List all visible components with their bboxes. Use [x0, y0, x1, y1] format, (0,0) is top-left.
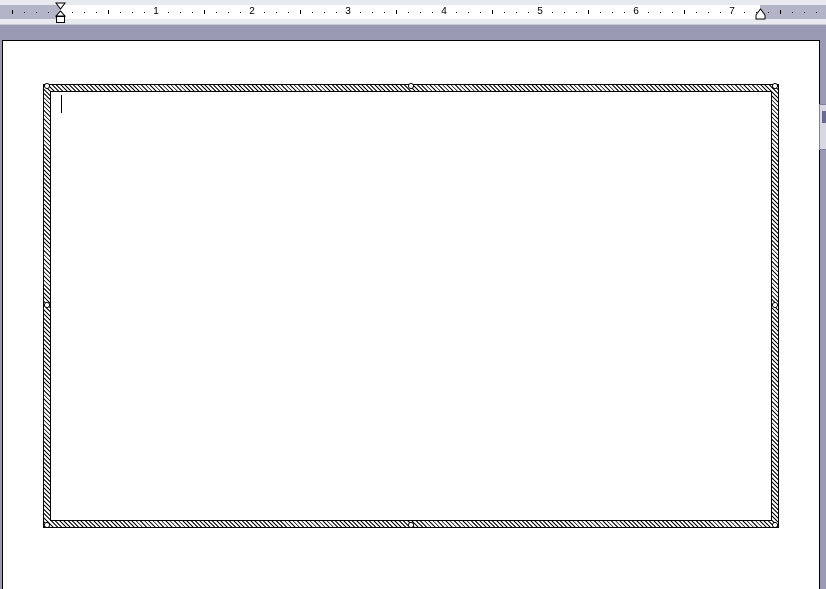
ruler-number-6: 6 — [633, 6, 639, 17]
ruler-tick — [228, 12, 229, 13]
ruler-tick — [336, 12, 337, 13]
ruler-number-3: 3 — [345, 6, 351, 17]
ruler-left-margin[interactable] — [0, 5, 60, 19]
resize-handle-top-right[interactable] — [772, 83, 778, 89]
ruler-tick — [492, 10, 493, 14]
ruler-number-4: 4 — [441, 6, 447, 17]
ruler-tick — [528, 12, 529, 13]
ruler-tick — [804, 12, 805, 13]
ruler-tick — [564, 12, 565, 13]
text-box[interactable] — [50, 91, 772, 521]
ruler-strip — [0, 5, 826, 19]
ruler-tick — [144, 12, 145, 13]
word-processor-window: 1 2 3 4 5 6 7 — [0, 0, 826, 589]
ruler-tick — [240, 12, 241, 13]
ruler-tick — [708, 12, 709, 13]
resize-handle-bottom-left[interactable] — [44, 522, 50, 528]
ruler-tick — [516, 12, 517, 13]
ruler-tick — [408, 12, 409, 13]
ruler-tick — [180, 12, 181, 13]
ruler-tick — [600, 12, 601, 13]
ruler-tick — [192, 12, 193, 13]
ruler-tick — [696, 12, 697, 13]
resize-handle-middle-left[interactable] — [44, 302, 50, 308]
ruler-tick — [264, 12, 265, 13]
left-indent-marker-icon[interactable] — [55, 2, 66, 24]
ruler-tick — [612, 12, 613, 13]
resize-handle-bottom-right[interactable] — [772, 522, 778, 528]
ruler-tick — [288, 12, 289, 13]
ruler-tick — [84, 12, 85, 13]
ruler-tick — [276, 12, 277, 13]
ruler-tick — [108, 10, 109, 14]
ruler-tick — [384, 12, 385, 13]
ruler-tick — [12, 10, 13, 14]
ruler-tick — [672, 12, 673, 13]
text-cursor — [61, 95, 62, 113]
ruler-tick — [648, 12, 649, 13]
resize-handle-middle-right[interactable] — [772, 302, 778, 308]
ruler-tick — [576, 12, 577, 13]
ruler-tick — [216, 12, 217, 13]
ruler-number-2: 2 — [249, 6, 255, 17]
ruler-tick — [360, 12, 361, 13]
ruler-tick — [36, 12, 37, 13]
ruler-tick — [552, 12, 553, 13]
ruler-tick — [432, 12, 433, 13]
ruler-number-1: 1 — [153, 6, 159, 17]
right-indent-marker-icon[interactable] — [755, 8, 766, 20]
ruler-tick — [132, 12, 133, 13]
ruler-tick — [780, 10, 781, 14]
ruler-tick — [204, 10, 205, 14]
ruler-tick — [504, 12, 505, 13]
ruler-tick — [744, 12, 745, 13]
ruler-tick — [312, 12, 313, 13]
ruler-tick — [372, 12, 373, 13]
ruler-tick — [324, 12, 325, 13]
ruler-tick — [48, 12, 49, 13]
ruler-tick — [300, 10, 301, 14]
ruler-tick — [456, 12, 457, 13]
side-panel-tab[interactable] — [819, 104, 826, 150]
horizontal-ruler[interactable]: 1 2 3 4 5 6 7 — [0, 0, 826, 25]
ruler-tick — [660, 12, 661, 13]
ruler-tick — [96, 12, 97, 13]
ruler-number-7: 7 — [729, 6, 735, 17]
resize-handle-top-middle[interactable] — [408, 83, 414, 89]
ruler-tick — [120, 12, 121, 13]
ruler-tick — [720, 12, 721, 13]
ruler-tick — [480, 12, 481, 13]
ruler-tick — [420, 12, 421, 13]
ruler-tick — [168, 12, 169, 13]
ruler-tick — [588, 10, 589, 14]
ruler-tick — [768, 12, 769, 13]
ruler-tick — [792, 12, 793, 13]
ruler-tick — [72, 12, 73, 13]
ruler-number-5: 5 — [537, 6, 543, 17]
ruler-tick — [624, 12, 625, 13]
ruler-tick — [684, 10, 685, 14]
ruler-tick — [396, 10, 397, 14]
resize-handle-bottom-middle[interactable] — [408, 522, 414, 528]
resize-handle-top-left[interactable] — [44, 83, 50, 89]
ruler-tick — [816, 12, 817, 13]
side-panel-tab-icon — [822, 111, 826, 123]
ruler-tick — [468, 12, 469, 13]
ruler-tick — [24, 12, 25, 13]
